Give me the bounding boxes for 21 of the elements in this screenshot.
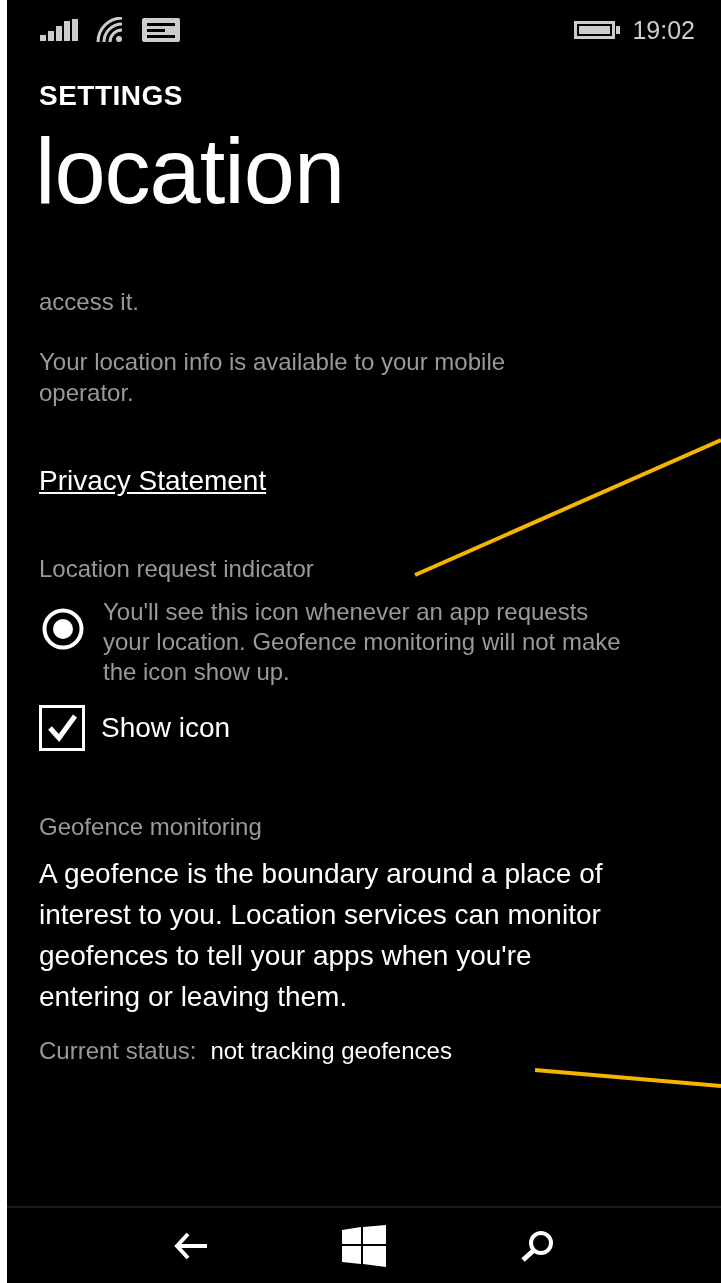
body-text: access it. (39, 287, 141, 317)
section-label: SETTINGS (39, 80, 184, 112)
group-heading: Location request indicator (39, 555, 315, 583)
checkbox[interactable] (39, 705, 85, 751)
message-icon (142, 18, 180, 42)
description-text: A geofence is the boundary around a place of interest to you. Location services can monitor geofences to tell your apps when you're entering or leaving them. (39, 857, 604, 1014)
battery-icon (574, 21, 621, 39)
body-text: Your location info is available to your mobile operator. (39, 347, 507, 408)
windows-logo-icon[interactable] (342, 1224, 386, 1267)
privacy-link[interactable]: Privacy Statement (39, 465, 267, 497)
checkbox-label[interactable]: Show icon (101, 712, 231, 744)
status-label: Current status: (39, 1036, 197, 1066)
group-heading: Geofence monitoring (39, 813, 263, 841)
back-icon[interactable] (174, 1231, 208, 1260)
page-title: location (35, 119, 346, 224)
signal-icon (40, 19, 80, 41)
location-indicator-icon (41, 607, 85, 651)
description-text: You'll see this icon whenever an app requests your location. Geofence monitoring will not make the icon show up. (103, 597, 622, 687)
clock-time: 19:02 (632, 15, 695, 45)
search-icon[interactable] (520, 1229, 554, 1262)
status-value: not tracking geofences (210, 1037, 452, 1065)
